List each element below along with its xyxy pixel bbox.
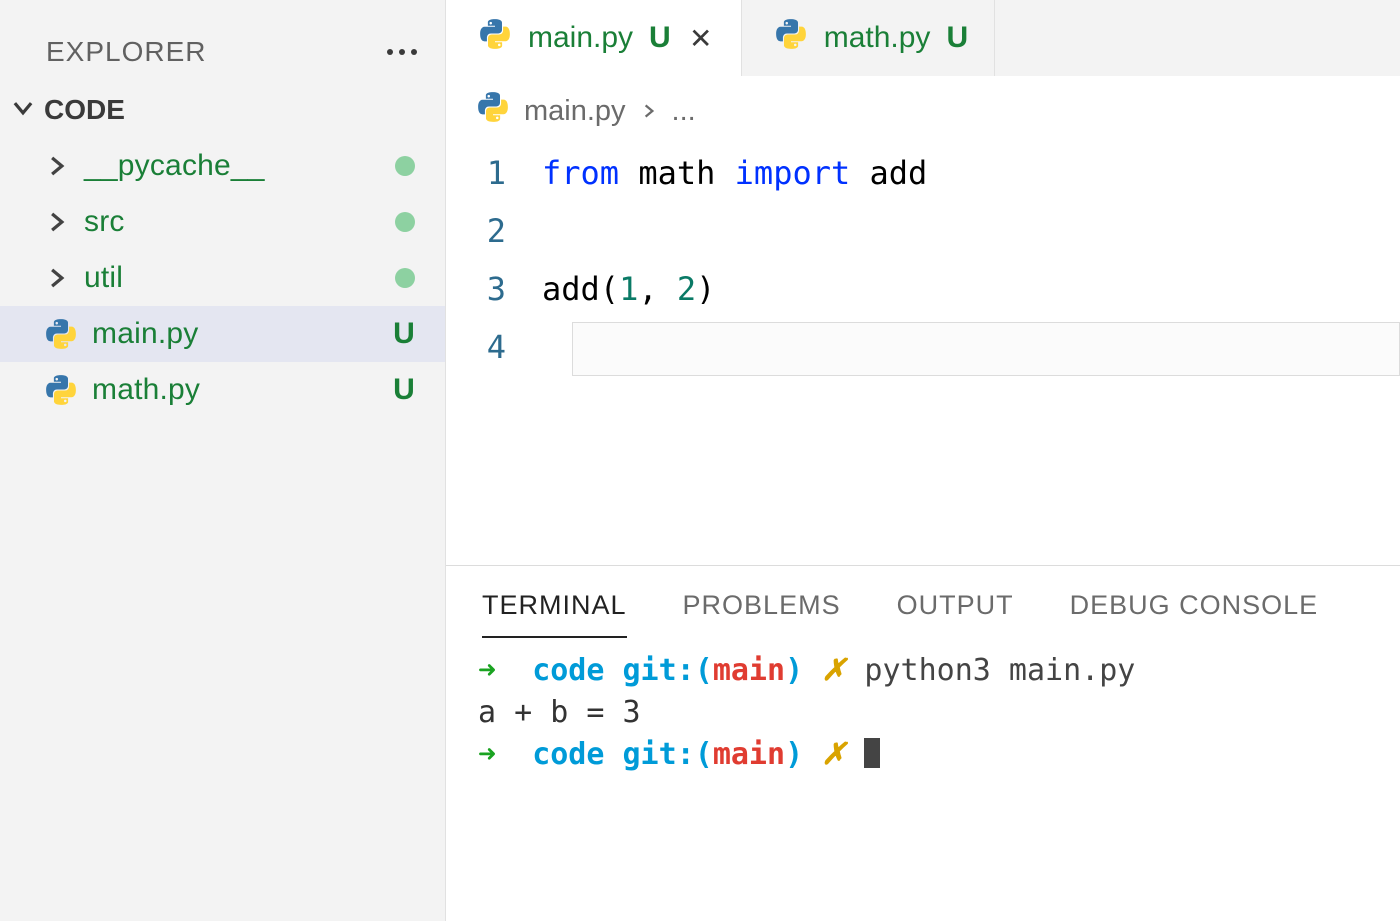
line-number: 1 [446, 154, 542, 192]
python-icon [476, 90, 510, 132]
breadcrumb-symbol: ... [672, 95, 696, 128]
tree-item-label: util [84, 261, 381, 295]
tree-item-label: __pycache__ [84, 149, 381, 183]
explorer-section-header[interactable]: CODE [0, 82, 445, 138]
code-line[interactable]: 2 [446, 202, 1400, 260]
python-icon [44, 317, 78, 351]
tree-item-label: src [84, 205, 381, 239]
chevron-right-icon [640, 95, 658, 128]
code-content: from math import add [542, 154, 927, 192]
explorer-header: EXPLORER [0, 22, 445, 82]
line-number: 2 [446, 212, 542, 250]
tree-folder[interactable]: __pycache__ [0, 138, 445, 194]
explorer-more-icon[interactable] [387, 49, 417, 55]
tree-item-label: math.py [92, 373, 379, 407]
git-modified-dot-icon [395, 268, 415, 288]
tree-item-label: main.py [92, 317, 379, 351]
editor-tab[interactable]: math.py U [742, 0, 995, 76]
git-untracked-badge: U [946, 21, 968, 55]
explorer-sidebar: EXPLORER CODE __pycache__src util main.py U… [0, 0, 446, 921]
file-tree: __pycache__src util main.py Umath.py U [0, 138, 445, 418]
panel-tab[interactable]: TERMINAL [482, 590, 627, 638]
panel-tabs: TERMINAL PROBLEMS OUTPUT DEBUG CONSOLE [446, 566, 1400, 638]
code-line[interactable]: 1from math import add [446, 144, 1400, 202]
tab-filename: main.py [528, 21, 633, 55]
panel-tab[interactable]: DEBUG CONSOLE [1070, 590, 1319, 638]
terminal-output-line: a + b = 3 [478, 692, 1400, 734]
explorer-section-title: CODE [44, 94, 125, 126]
tree-folder[interactable]: src [0, 194, 445, 250]
python-icon [774, 17, 808, 59]
git-modified-dot-icon [395, 156, 415, 176]
git-untracked-badge: U [649, 21, 671, 55]
python-icon [478, 17, 512, 59]
terminal-cursor [864, 738, 880, 768]
tab-filename: math.py [824, 21, 931, 55]
chevron-down-icon [10, 95, 36, 126]
editor-tab[interactable]: main.py U ✕ [446, 0, 742, 76]
code-content: add(1, 2) [542, 270, 715, 308]
tree-file[interactable]: main.py U [0, 306, 445, 362]
bottom-panel: TERMINAL PROBLEMS OUTPUT DEBUG CONSOLE ➜ co… [446, 565, 1400, 921]
git-untracked-badge: U [393, 373, 415, 407]
close-icon[interactable]: ✕ [687, 22, 715, 55]
terminal-prompt-line: ➜ code git:(main) ✗ python3 main.py [478, 650, 1400, 692]
panel-tab[interactable]: OUTPUT [897, 590, 1014, 638]
code-editor[interactable]: 1from math import add23add(1, 2)4 [446, 140, 1400, 565]
python-icon [44, 373, 78, 407]
current-line-highlight [572, 322, 1400, 376]
code-line[interactable]: 3add(1, 2) [446, 260, 1400, 318]
git-modified-dot-icon [395, 212, 415, 232]
app-root: EXPLORER CODE __pycache__src util main.py U… [0, 0, 1400, 921]
terminal-view[interactable]: ➜ code git:(main) ✗ python3 main.pya + b… [446, 638, 1400, 921]
git-untracked-badge: U [393, 317, 415, 351]
terminal-prompt-line: ➜ code git:(main) ✗ [478, 734, 1400, 776]
tree-file[interactable]: math.py U [0, 362, 445, 418]
line-number: 3 [446, 270, 542, 308]
chevron-right-icon [44, 209, 70, 235]
editor-tabs: main.py U ✕ math.py U [446, 0, 1400, 76]
chevron-right-icon [44, 265, 70, 291]
breadcrumb-file: main.py [524, 95, 626, 128]
editor-main: main.py U ✕ math.py U main.py ... 1from math… [446, 0, 1400, 921]
explorer-title: EXPLORER [46, 36, 207, 68]
tree-folder[interactable]: util [0, 250, 445, 306]
line-number: 4 [446, 328, 542, 366]
panel-tab[interactable]: PROBLEMS [683, 590, 841, 638]
chevron-right-icon [44, 153, 70, 179]
breadcrumb[interactable]: main.py ... [446, 76, 1400, 140]
